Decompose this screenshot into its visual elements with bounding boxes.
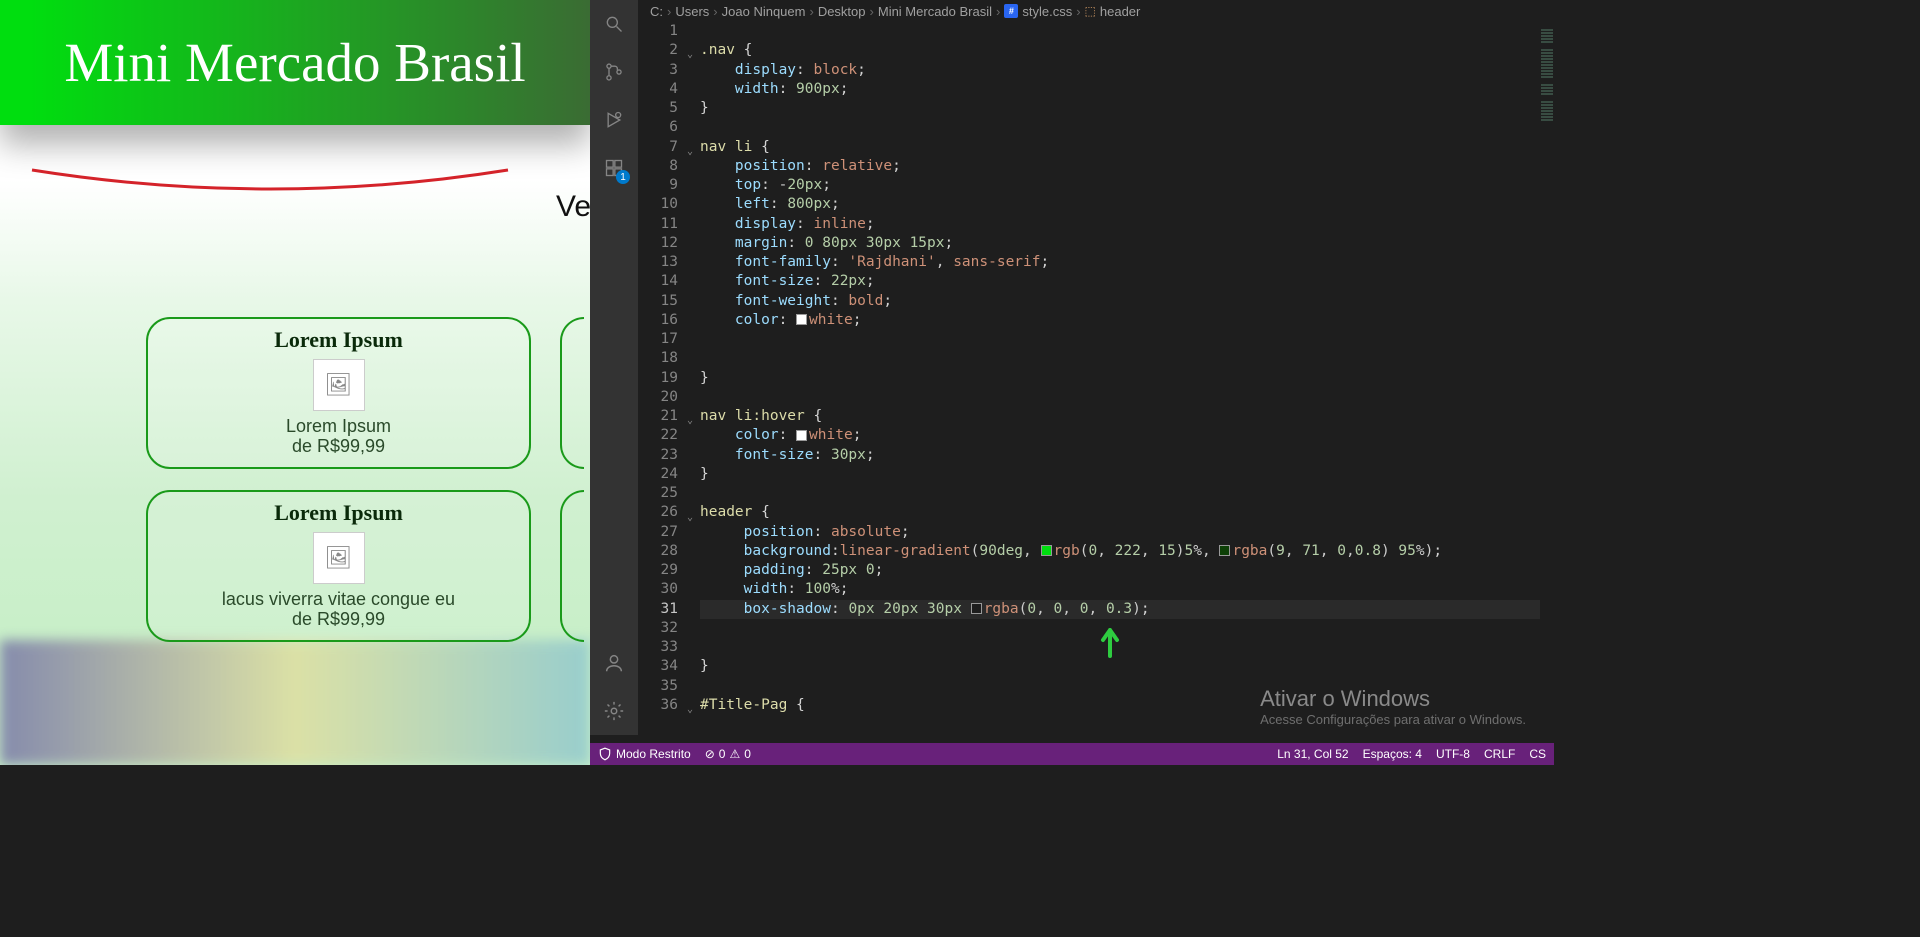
watermark-title: Ativar o Windows [1260, 686, 1526, 712]
code-line[interactable] [700, 22, 1550, 41]
code-line[interactable]: box-shadow: 0px 20px 30px rgba(0, 0, 0, … [700, 600, 1550, 619]
code-line[interactable]: display: block; [700, 61, 1550, 80]
language-mode-button[interactable]: CS [1529, 747, 1546, 761]
error-icon: ⊘ [705, 747, 715, 761]
code-line[interactable] [700, 118, 1550, 137]
product-desc: lacus viverra vitae congue eude R$99,99 [222, 590, 455, 630]
extensions-icon[interactable]: 1 [600, 154, 628, 182]
image-placeholder-icon: 🖼 [313, 359, 365, 411]
code-line[interactable]: margin: 0 80px 30px 15px; [700, 234, 1550, 253]
cursor-position[interactable]: Ln 31, Col 52 [1277, 747, 1348, 761]
indentation-button[interactable]: Espaços: 4 [1363, 747, 1422, 761]
breadcrumb-symbol[interactable]: header [1100, 4, 1140, 19]
warning-icon: ⚠ [729, 747, 740, 761]
code-line[interactable]: font-family: 'Rajdhani', sans-serif; [700, 253, 1550, 272]
status-bar: Modo Restrito ⊘0 ⚠0 Ln 31, Col 52 Espaço… [590, 743, 1554, 765]
encoding-button[interactable]: UTF-8 [1436, 747, 1470, 761]
restricted-mode-button[interactable]: Modo Restrito [598, 747, 691, 761]
code-line[interactable]: color: white; [700, 311, 1550, 330]
code-line[interactable] [700, 484, 1550, 503]
product-card-clipped[interactable] [560, 490, 584, 642]
code-content[interactable]: .nav { display: block; width: 900px;} na… [700, 22, 1550, 715]
account-icon[interactable] [600, 649, 628, 677]
fold-toggle[interactable]: ⌄ [682, 45, 698, 64]
breadcrumb-file[interactable]: style.css [1022, 4, 1072, 19]
code-line[interactable]: width: 900px; [700, 80, 1550, 99]
activity-bar: 1 [590, 0, 638, 735]
code-line[interactable]: nav li { [700, 138, 1550, 157]
vscode-window: 1 C:› Users› Joao Ninquem› Desktop› Mini… [590, 0, 1554, 765]
code-line[interactable]: display: inline; [700, 215, 1550, 234]
breadcrumb[interactable]: C:› Users› Joao Ninquem› Desktop› Mini M… [638, 0, 1550, 22]
browser-preview-pane: Mini Mercado Brasil Ve Lorem Ipsum 🖼 Lor… [0, 0, 590, 765]
code-line[interactable]: header { [700, 503, 1550, 522]
code-line[interactable]: font-size: 22px; [700, 272, 1550, 291]
code-line[interactable] [700, 619, 1550, 638]
breadcrumb-part[interactable]: C: [650, 4, 663, 19]
line-gutter[interactable]: 1234567891011121314151617181920212223242… [638, 22, 682, 735]
code-line[interactable]: } [700, 657, 1550, 676]
code-line[interactable]: font-size: 30px; [700, 446, 1550, 465]
windows-activation-watermark: Ativar o Windows Acesse Configurações pa… [1260, 686, 1526, 727]
code-line[interactable]: nav li:hover { [700, 407, 1550, 426]
product-card[interactable]: Lorem Ipsum 🖼 lacus viverra vitae congue… [146, 490, 531, 642]
code-line[interactable]: color: white; [700, 426, 1550, 445]
code-line[interactable]: padding: 25px 0; [700, 561, 1550, 580]
product-card-clipped[interactable] [560, 317, 584, 469]
search-icon[interactable] [600, 10, 628, 38]
breadcrumb-part[interactable]: Users [675, 4, 709, 19]
breadcrumb-part[interactable]: Desktop [818, 4, 866, 19]
code-line[interactable] [700, 349, 1550, 368]
product-title: Lorem Ipsum [274, 500, 403, 526]
code-line[interactable] [700, 330, 1550, 349]
fold-toggle[interactable]: ⌄ [682, 700, 698, 719]
fold-toggle[interactable]: ⌄ [682, 508, 698, 527]
code-line[interactable] [700, 638, 1550, 657]
product-card[interactable]: Lorem Ipsum 🖼 Lorem Ipsumde R$99,99 [146, 317, 531, 469]
problems-button[interactable]: ⊘0 ⚠0 [705, 747, 751, 761]
code-line[interactable]: .nav { [700, 41, 1550, 60]
site-title: Mini Mercado Brasil [64, 31, 525, 94]
shield-icon [598, 747, 612, 761]
product-title: Lorem Ipsum [274, 327, 403, 353]
code-line[interactable]: position: absolute; [700, 523, 1550, 542]
code-line[interactable]: } [700, 369, 1550, 388]
image-placeholder-icon: 🖼 [313, 532, 365, 584]
code-line[interactable]: font-weight: bold; [700, 292, 1550, 311]
run-debug-icon[interactable] [600, 106, 628, 134]
watermark-sub: Acesse Configurações para ativar o Windo… [1260, 712, 1526, 727]
code-line[interactable]: left: 800px; [700, 195, 1550, 214]
product-desc: Lorem Ipsumde R$99,99 [286, 417, 391, 457]
breadcrumb-part[interactable]: Joao Ninquem [722, 4, 806, 19]
code-line[interactable]: background:linear-gradient(90deg, rgb(0,… [700, 542, 1550, 561]
preview-bg-photo [0, 640, 590, 765]
code-line[interactable]: width: 100%; [700, 580, 1550, 599]
code-editor[interactable]: 1234567891011121314151617181920212223242… [638, 22, 1550, 735]
fold-toggle[interactable]: ⌄ [682, 411, 698, 430]
code-line[interactable]: top: -20px; [700, 176, 1550, 195]
clipped-heading: Ve [556, 190, 590, 224]
code-line[interactable]: } [700, 99, 1550, 118]
fold-gutter[interactable]: ⌄ ⌄ ⌄ ⌄ ⌄ [682, 22, 698, 735]
gear-icon[interactable] [600, 697, 628, 725]
code-line[interactable]: position: relative; [700, 157, 1550, 176]
source-control-icon[interactable] [600, 58, 628, 86]
breadcrumb-part[interactable]: Mini Mercado Brasil [878, 4, 992, 19]
code-line[interactable]: } [700, 465, 1550, 484]
code-line[interactable] [700, 388, 1550, 407]
eol-button[interactable]: CRLF [1484, 747, 1515, 761]
site-header: Mini Mercado Brasil [0, 0, 590, 125]
fold-toggle[interactable]: ⌄ [682, 142, 698, 161]
symbol-icon: ⬚ [1085, 4, 1096, 18]
red-annotation-curve [30, 168, 510, 198]
extensions-badge: 1 [616, 170, 630, 184]
minimap[interactable] [1540, 22, 1554, 735]
css-file-icon: # [1004, 4, 1018, 18]
